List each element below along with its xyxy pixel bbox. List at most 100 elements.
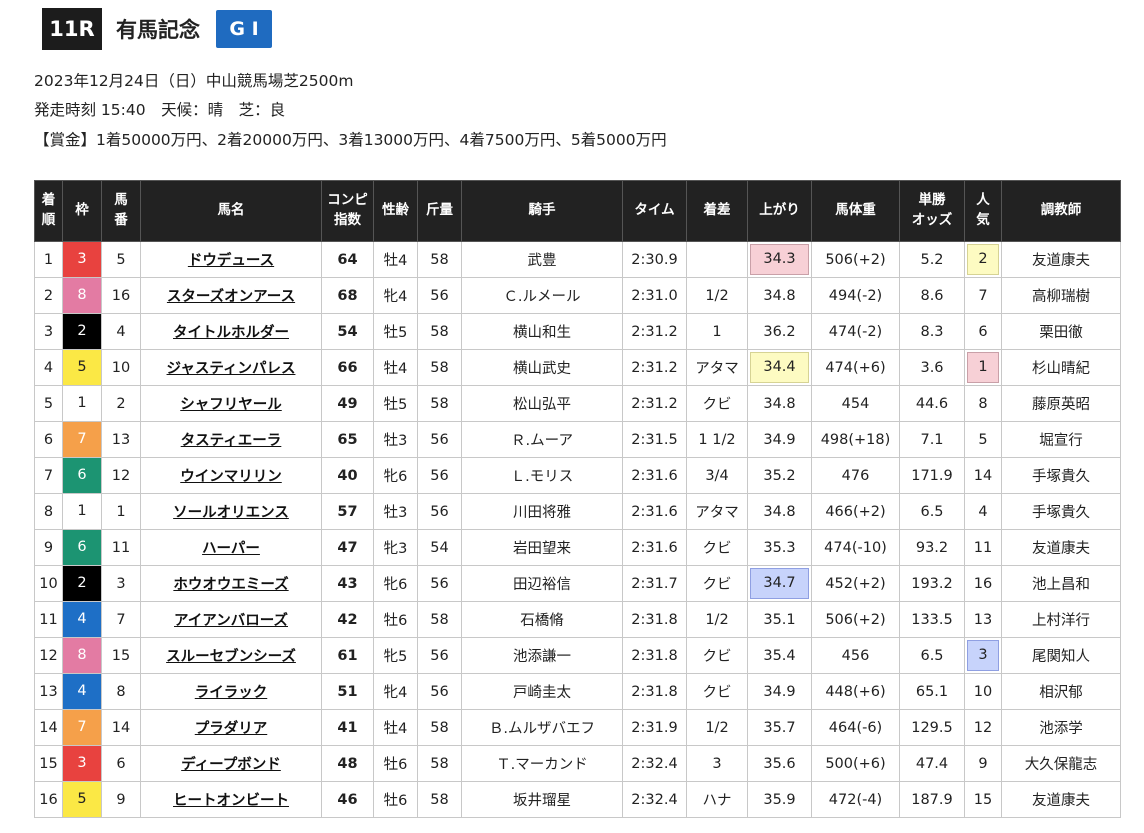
horse-name-cell: アイアンバローズ (140, 601, 322, 638)
popularity-cell: 10 (964, 673, 1002, 710)
horse-name-link[interactable]: シャフリヤール (180, 397, 282, 413)
horse-name-link[interactable]: タイトルホルダー (173, 325, 289, 341)
horse-name-link[interactable]: スターズオンアース (167, 289, 295, 305)
waku-cell-value: 2 (63, 566, 101, 601)
horse-name-link[interactable]: ウインマリリン (180, 469, 282, 485)
horse-name-cell: スルーセブンシーズ (140, 637, 322, 674)
margin-cell: アタマ (686, 349, 748, 386)
trainer-cell: 池添学 (1001, 709, 1121, 746)
carried-weight-cell: 58 (417, 601, 462, 638)
time-cell: 2:31.0 (622, 277, 687, 314)
jockey-cell: Ｌ.モリス (461, 457, 623, 494)
body-weight-cell: 476 (811, 457, 900, 494)
horse-number-cell: 6 (101, 745, 141, 782)
time-cell: 2:31.8 (622, 637, 687, 674)
carried-weight-cell: 56 (417, 565, 462, 602)
waku-cell: 8 (62, 637, 102, 674)
column-header-text: 馬名 (217, 202, 245, 219)
odds-cell: 193.2 (899, 565, 965, 602)
compi-index-cell: 46 (321, 781, 374, 818)
compi-index-cell: 65 (321, 421, 374, 458)
body-weight-cell: 474(-2) (811, 313, 900, 350)
horse-name-link[interactable]: ジャスティンパレス (167, 361, 296, 377)
horse-number-cell: 16 (101, 277, 141, 314)
time-cell: 2:31.5 (622, 421, 687, 458)
horse-number-cell: 3 (101, 565, 141, 602)
horse-name-link[interactable]: スルーセブンシーズ (166, 649, 296, 665)
waku-cell: 8 (62, 277, 102, 314)
margin-cell: 1 1/2 (686, 421, 748, 458)
grade-badge: G I (216, 10, 272, 48)
rank-cell: 5 (34, 385, 63, 422)
carried-weight-cell: 56 (417, 457, 462, 494)
carried-weight-cell: 58 (417, 241, 462, 278)
time-cell: 2:31.7 (622, 565, 687, 602)
waku-cell-value: 8 (63, 638, 101, 673)
popularity-cell: 9 (964, 745, 1002, 782)
sex-age-cell: 牝3 (373, 529, 418, 566)
horse-name-link[interactable]: ディープボンド (181, 757, 281, 773)
rank-cell: 1 (34, 241, 63, 278)
odds-cell: 6.5 (899, 493, 965, 530)
popularity-cell-value: 2 (967, 244, 999, 275)
horse-number-cell: 4 (101, 313, 141, 350)
body-weight-cell: 454 (811, 385, 900, 422)
odds-cell: 47.4 (899, 745, 965, 782)
margin-cell: 3/4 (686, 457, 748, 494)
last3f-cell: 34.9 (747, 673, 812, 710)
table-row: 5 1 2 シャフリヤール 49 牡5 58 松山弘平 2:31.2 クビ 34.8 454 44.6 8… (34, 385, 1121, 422)
last3f-cell: 36.2 (747, 313, 812, 350)
column-header-body-weight: 馬体重 (811, 180, 900, 242)
waku-cell: 7 (62, 421, 102, 458)
horse-number-cell: 8 (101, 673, 141, 710)
margin-cell: ハナ (686, 781, 748, 818)
column-header-rank: 着順 (34, 180, 63, 242)
margin-cell: 1/2 (686, 277, 748, 314)
jockey-cell: 池添謙一 (461, 637, 623, 674)
table-row: 13 4 8 ライラック 51 牝4 56 戸崎圭太 2:31.8 クビ 34.9 448(+6) 65… (34, 673, 1121, 710)
horse-name-link[interactable]: ソールオリエンス (173, 505, 289, 521)
popularity-cell: 16 (964, 565, 1002, 602)
rank-cell: 4 (34, 349, 63, 386)
time-cell: 2:31.6 (622, 493, 687, 530)
margin-cell: クビ (686, 385, 748, 422)
last3f-cell-value: 34.7 (750, 568, 809, 599)
waku-cell-value: 6 (63, 530, 101, 565)
horse-name-link[interactable]: ヒートオンビート (173, 793, 289, 809)
last3f-cell-value: 34.4 (750, 352, 809, 383)
horse-name-link[interactable]: ハーパー (202, 541, 260, 557)
horse-name-link[interactable]: アイアンバローズ (174, 613, 288, 629)
horse-name-link[interactable]: プラダリア (195, 721, 268, 737)
jockey-cell: 川田将雅 (461, 493, 623, 530)
body-weight-cell: 452(+2) (811, 565, 900, 602)
popularity-cell: 5 (964, 421, 1002, 458)
sex-age-cell: 牡4 (373, 349, 418, 386)
jockey-cell: 石橋脩 (461, 601, 623, 638)
table-row: 2 8 16 スターズオンアース 68 牝4 56 Ｃ.ルメール 2:31.0 1/2 34.8 49… (34, 277, 1121, 314)
sex-age-cell: 牡6 (373, 745, 418, 782)
jockey-cell: 岩田望来 (461, 529, 623, 566)
horse-name-link[interactable]: ドウデュース (188, 253, 274, 269)
odds-cell: 133.5 (899, 601, 965, 638)
column-header-compi: コンピ 指数 (321, 180, 374, 242)
body-weight-cell: 500(+6) (811, 745, 900, 782)
horse-name-link[interactable]: ライラック (195, 685, 268, 701)
carried-weight-cell: 58 (417, 709, 462, 746)
popularity-cell: 8 (964, 385, 1002, 422)
last3f-cell: 35.3 (747, 529, 812, 566)
body-weight-cell: 456 (811, 637, 900, 674)
horse-name-link[interactable]: タスティエーラ (181, 433, 282, 449)
horse-name-cell: ディープボンド (140, 745, 322, 782)
waku-cell-value: 3 (63, 242, 101, 277)
popularity-cell: 1 (964, 349, 1002, 386)
table-row: 7 6 12 ウインマリリン 40 牝6 56 Ｌ.モリス 2:31.6 3/4 35.2 476 17… (34, 457, 1121, 494)
time-cell: 2:31.6 (622, 457, 687, 494)
time-cell: 2:31.2 (622, 313, 687, 350)
column-header-time: タイム (622, 180, 687, 242)
jockey-cell: Ｔ.マーカンド (461, 745, 623, 782)
waku-cell: 3 (62, 241, 102, 278)
trainer-cell: 友道康夫 (1001, 529, 1121, 566)
horse-name-link[interactable]: ホウオウエミーズ (173, 577, 288, 593)
column-header-text: 枠 (75, 202, 89, 219)
compi-index-cell: 54 (321, 313, 374, 350)
